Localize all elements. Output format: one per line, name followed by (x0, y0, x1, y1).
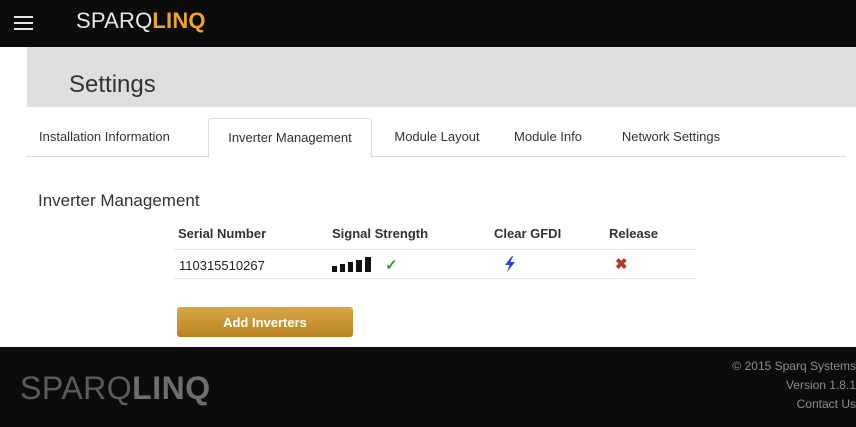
signal-bar (356, 260, 362, 272)
footer-logo-sparq: SPARQ (20, 370, 133, 406)
brand-logo-sparq: SPARQ (76, 8, 153, 33)
tab-module-layout[interactable]: Module Layout (376, 118, 498, 157)
serial-number-cell: 110315510267 (179, 258, 265, 273)
column-header-signal-strength: Signal Strength (332, 226, 429, 241)
footer-logo-linq: LINQ (132, 370, 211, 406)
tab-module-info[interactable]: Module Info (502, 118, 594, 157)
footer-logo: SPARQLINQ (20, 370, 211, 407)
lightning-bolt-icon[interactable] (503, 255, 517, 273)
signal-strength-icon: ✓ (332, 256, 422, 274)
signal-bar (365, 257, 371, 272)
settings-header: Settings (27, 47, 856, 107)
version-text: Version 1.8.1 (785, 378, 856, 392)
x-icon[interactable]: ✖ (615, 255, 628, 273)
column-header-serial-number: Serial Number (178, 226, 267, 241)
signal-bar (332, 266, 337, 272)
signal-bar (348, 262, 353, 272)
copyright-text: © 2015 Sparq Systems (732, 359, 856, 373)
tab-network-settings[interactable]: Network Settings (606, 118, 736, 157)
checkmark-icon: ✓ (385, 257, 398, 274)
footer-info: © 2015 Sparq Systems Version 1.8.1 Conta… (732, 357, 856, 414)
top-nav-bar: SPARQLINQ (0, 0, 856, 47)
page-title: Settings (69, 71, 156, 98)
app-root: SPARQLINQ Settings Installation Informat… (0, 0, 856, 427)
table-row: 110315510267 ✓ ✖ (174, 249, 696, 279)
tab-installation-information[interactable]: Installation Information (26, 118, 206, 157)
brand-logo-linq: LINQ (152, 8, 206, 33)
column-header-clear-gfdi: Clear GFDI (494, 226, 562, 241)
add-inverters-button[interactable]: Add Inverters (177, 307, 353, 337)
hamburger-icon[interactable] (14, 16, 33, 31)
footer: SPARQLINQ © 2015 Sparq Systems Version 1… (0, 347, 856, 427)
brand-logo[interactable]: SPARQLINQ (76, 8, 206, 34)
settings-tabs: Installation Information Inverter Manage… (26, 118, 846, 158)
contact-us-link[interactable]: Contact Us (732, 395, 856, 414)
column-header-release: Release (609, 226, 659, 241)
tab-inverter-management[interactable]: Inverter Management (208, 118, 372, 158)
signal-bar (340, 264, 345, 272)
section-title: Inverter Management (38, 191, 200, 210)
